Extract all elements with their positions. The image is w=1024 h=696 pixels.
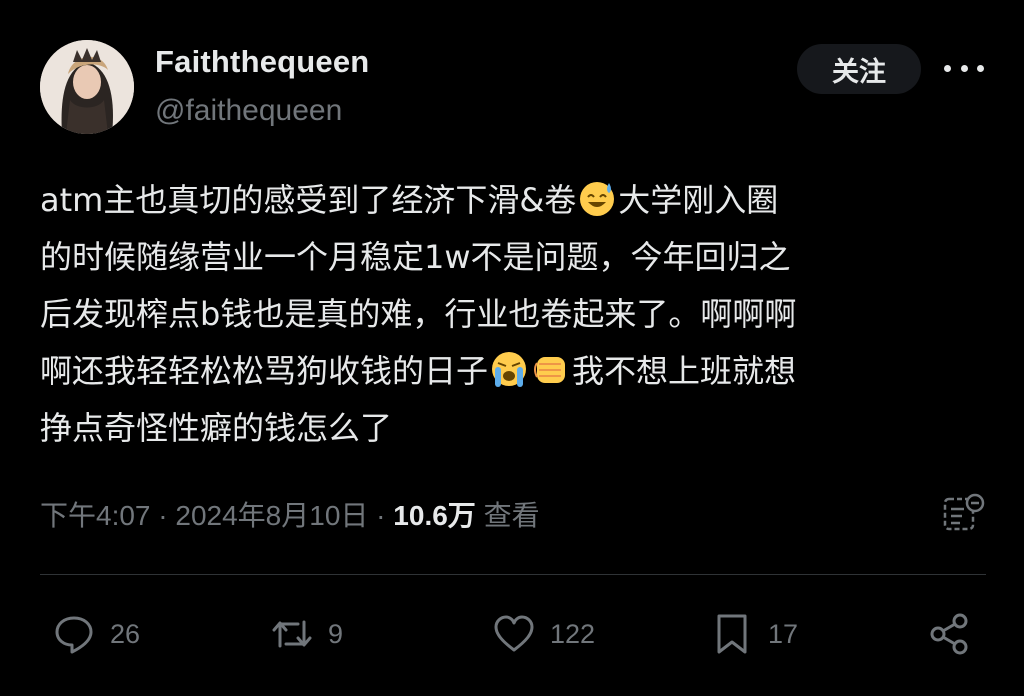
avatar[interactable]: [40, 40, 134, 134]
like-button[interactable]: 122: [492, 612, 595, 656]
oncoming-fist-emoji: [534, 357, 566, 383]
bookmark-count: 17: [768, 618, 799, 649]
more-icon[interactable]: [944, 54, 984, 82]
divider: [40, 574, 986, 575]
tweet-time[interactable]: 下午4:07: [40, 500, 151, 531]
reply-icon: [55, 616, 93, 654]
repost-icon: [272, 620, 312, 648]
bookmark-button[interactable]: 17: [710, 612, 798, 656]
repost-button[interactable]: 9: [270, 612, 343, 656]
repost-count: 9: [328, 618, 344, 649]
tweet-text: atm主也真切的感受到了经济下滑&卷 大学刚入圈 的时候随缘营业一个月稳定1w不是…: [40, 172, 990, 457]
share-icon: [930, 613, 968, 655]
tweet-date[interactable]: 2024年8月10日: [175, 500, 368, 531]
meta-separator: ·: [368, 500, 394, 531]
reply-count: 26: [110, 618, 141, 649]
reply-button[interactable]: 26: [52, 612, 140, 656]
follow-button[interactable]: 关注: [797, 44, 921, 94]
like-count: 122: [550, 618, 596, 649]
views-count: 10.6万: [393, 500, 476, 531]
meta-separator: ·: [150, 500, 176, 531]
like-icon: [494, 615, 534, 652]
views-label: 查看: [475, 500, 540, 531]
share-button[interactable]: [928, 612, 986, 656]
author-display-name[interactable]: Faiththequeen: [155, 44, 369, 80]
tweet-meta: 下午4:07 · 2024年8月10日 · 10.6万 查看: [40, 494, 540, 534]
author-handle[interactable]: @faithequeen: [155, 94, 342, 128]
bookmark-icon: [717, 614, 747, 654]
analytics-icon[interactable]: [942, 493, 986, 533]
sweat-smile-emoji: [580, 182, 615, 216]
loudly-crying-emoji: [492, 352, 527, 387]
tweet-text-part-1: atm主也真切的感受到了经济下滑&卷: [40, 181, 577, 219]
